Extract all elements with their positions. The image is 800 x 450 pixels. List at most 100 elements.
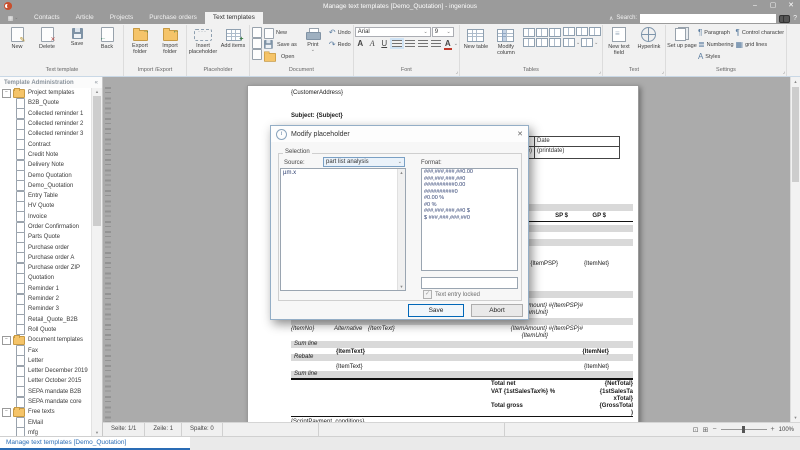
bold-button[interactable]: A bbox=[355, 38, 366, 50]
ribbon-button-styles[interactable]: AStyles bbox=[697, 51, 735, 63]
align-right-button[interactable] bbox=[418, 40, 428, 47]
row-above-button[interactable] bbox=[563, 27, 575, 36]
align-center-button[interactable] bbox=[405, 40, 415, 47]
tree-item-document-templates[interactable]: −Document templates bbox=[0, 335, 92, 345]
ribbon-button-undo[interactable]: ↶Undo bbox=[328, 27, 352, 39]
placeholder-list[interactable]: µm.x ▲ ▼ bbox=[280, 168, 406, 291]
ribbon-button-set-up-page[interactable]: Set up page bbox=[667, 25, 697, 49]
save-button[interactable]: Save bbox=[408, 304, 464, 317]
delete-column-button[interactable] bbox=[549, 38, 561, 47]
scroll-down-icon[interactable]: ▼ bbox=[398, 284, 405, 289]
format-option[interactable]: $ ###,###,###,##0 bbox=[422, 215, 517, 222]
ribbon-button-hyperlink[interactable]: Hyperlink bbox=[634, 25, 664, 50]
tab-purchase-orders[interactable]: Purchase orders bbox=[141, 12, 205, 24]
tree-item-collected-reminder-1[interactable]: Collected reminder 1 bbox=[0, 109, 92, 119]
dialog-launcher-icon[interactable]: ⌟ bbox=[456, 69, 458, 75]
tree-item-quotation[interactable]: Quotation bbox=[0, 273, 92, 283]
zoom-out-icon[interactable]: − bbox=[712, 426, 716, 433]
abort-button[interactable]: Abort bbox=[471, 304, 523, 317]
tree-item-fax[interactable]: Fax bbox=[0, 345, 92, 355]
tree-item-reminder-2[interactable]: Reminder 2 bbox=[0, 294, 92, 304]
ribbon-button-new-table[interactable]: New table bbox=[461, 25, 491, 50]
collapse-ribbon-icon[interactable]: ∧ bbox=[609, 15, 613, 22]
ribbon-button-control-character[interactable]: ¶Control character bbox=[735, 27, 785, 39]
list-item[interactable]: µm.x bbox=[281, 169, 405, 177]
tree-item-purchase-order-a[interactable]: Purchase order A bbox=[0, 253, 92, 263]
help-icon[interactable]: ? bbox=[793, 15, 797, 22]
tree-item-letter[interactable]: Letter bbox=[0, 356, 92, 366]
tree-item-purchase-order[interactable]: Purchase order bbox=[0, 242, 92, 252]
ribbon-button-delete[interactable]: Delete bbox=[32, 25, 62, 50]
tree-item-order-confirmation[interactable]: Order Confirmation bbox=[0, 222, 92, 232]
ribbon-button-redo[interactable]: ↷Redo bbox=[328, 39, 352, 51]
scrollbar-thumb[interactable] bbox=[792, 87, 799, 182]
ribbon-button-paragraph[interactable]: ¶Paragraph bbox=[697, 27, 735, 39]
tree-item-invoice[interactable]: Invoice bbox=[0, 212, 92, 222]
task-tab-active[interactable]: Manage text templates [Demo_Quotation] bbox=[0, 437, 190, 450]
expander-icon[interactable]: − bbox=[2, 336, 11, 345]
tree-item-purchase-order-zip[interactable]: Purchase order ZIP bbox=[0, 263, 92, 273]
tree-item-email[interactable]: EMail bbox=[0, 418, 92, 428]
dialog-launcher-icon[interactable]: ⌟ bbox=[599, 69, 601, 75]
format-input[interactable] bbox=[421, 277, 518, 289]
ribbon-button-new[interactable]: New bbox=[263, 27, 298, 39]
tab-article[interactable]: Article bbox=[68, 12, 102, 24]
maximize-button[interactable]: ▢ bbox=[764, 0, 782, 12]
tree-item-reminder-1[interactable]: Reminder 1 bbox=[0, 284, 92, 294]
scroll-down-icon[interactable]: ▼ bbox=[92, 430, 102, 435]
tree-item-collected-reminder-3[interactable]: Collected reminder 3 bbox=[0, 129, 92, 139]
scroll-down-icon[interactable]: ▼ bbox=[791, 415, 800, 420]
tree-item-free-texts[interactable]: −Free texts bbox=[0, 407, 92, 417]
collapse-sidebar-icon[interactable]: « bbox=[95, 80, 98, 86]
tree-item-mfg[interactable]: mfg bbox=[0, 428, 92, 436]
tree-item-sepa-mandate-b2b[interactable]: SEPA mandate B2B bbox=[0, 387, 92, 397]
tree-item-credit-note[interactable]: Credit Note bbox=[0, 150, 92, 160]
align-left-button[interactable] bbox=[392, 40, 402, 47]
tab-projects[interactable]: Projects bbox=[102, 12, 141, 24]
app-menu-button[interactable]: ▦⌄ bbox=[0, 12, 26, 24]
zoom-slider-thumb[interactable] bbox=[742, 426, 745, 433]
ribbon-button-open[interactable]: Open bbox=[263, 51, 298, 63]
document-scrollbar[interactable]: ▲ ▼ bbox=[790, 77, 800, 422]
ribbon-button-new[interactable]: New bbox=[2, 25, 32, 50]
tree-item-project-templates[interactable]: −Project templates bbox=[0, 88, 92, 98]
tree-item-demo-quotation[interactable]: Demo Quotation bbox=[0, 170, 92, 180]
ribbon-button-save[interactable]: Save bbox=[62, 25, 92, 47]
scrollbar-thumb[interactable] bbox=[93, 96, 101, 226]
row-height-button[interactable] bbox=[589, 27, 601, 36]
ribbon-button-modify-column[interactable]: Modify column bbox=[491, 25, 521, 56]
tab-text-templates[interactable]: Text templates bbox=[205, 12, 263, 24]
dialog-launcher-icon[interactable]: ⌟ bbox=[662, 69, 664, 75]
ribbon-button-back[interactable]: Back bbox=[92, 25, 122, 50]
scroll-up-icon[interactable]: ▲ bbox=[92, 89, 102, 94]
tab-contacts[interactable]: Contacts bbox=[26, 12, 68, 24]
save-document-tool-button[interactable] bbox=[251, 49, 263, 60]
row-below-button[interactable] bbox=[576, 27, 588, 36]
tree-item-hv-quote[interactable]: HV Quote bbox=[0, 201, 92, 211]
format-list[interactable]: ###,###,###,##0.00###,###,###,##0#######… bbox=[421, 168, 518, 271]
ribbon-button-new-text-field[interactable]: New text field bbox=[604, 25, 634, 56]
tree-item-delivery-note[interactable]: Delivery Note bbox=[0, 160, 92, 170]
fit-page-icon[interactable]: ⊡ bbox=[693, 426, 699, 434]
font-size-select[interactable]: 9⌄ bbox=[432, 27, 454, 37]
list-scrollbar[interactable]: ▲ ▼ bbox=[397, 169, 405, 290]
dialog-launcher-icon[interactable]: ⌟ bbox=[783, 69, 785, 75]
italic-button[interactable]: A bbox=[367, 38, 378, 50]
underline-button[interactable]: U bbox=[379, 38, 390, 50]
tree-item-letter-december-2019[interactable]: Letter December 2019 bbox=[0, 366, 92, 376]
sidebar-scrollbar[interactable]: ▲ ▼ bbox=[91, 88, 102, 436]
expander-icon[interactable]: − bbox=[2, 408, 11, 417]
ribbon-button-save-as[interactable]: Save as bbox=[263, 39, 298, 51]
tree-item-demo-quotation[interactable]: Demo_Quotation bbox=[0, 181, 92, 191]
font-name-select[interactable]: Arial⌄ bbox=[355, 27, 431, 37]
close-button[interactable]: ✕ bbox=[782, 0, 800, 12]
font-color-button[interactable]: A bbox=[443, 39, 453, 49]
insert-column-button[interactable] bbox=[536, 38, 548, 47]
ribbon-button-import-folder[interactable]: Import folder bbox=[155, 25, 185, 55]
tree-item-retail-quote-b2b[interactable]: Retail_Quote_B2B bbox=[0, 315, 92, 325]
text-entry-locked-checkbox[interactable]: ✓ Text entry locked bbox=[423, 290, 480, 299]
tree-item-contract[interactable]: Contract bbox=[0, 139, 92, 149]
tree-item-letter-october-2015[interactable]: Letter October 2015 bbox=[0, 376, 92, 386]
close-icon[interactable]: ✕ bbox=[517, 130, 523, 138]
expander-icon[interactable]: − bbox=[2, 89, 11, 98]
